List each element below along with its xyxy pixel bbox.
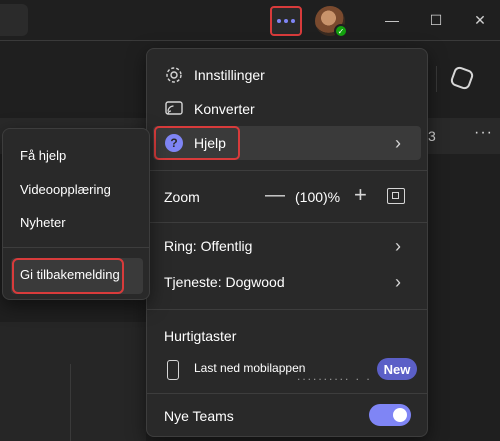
shortcuts-menu-item[interactable]: Hurtigtaster [164, 328, 236, 344]
maximize-icon[interactable]: ☐ [424, 8, 448, 32]
zoom-value: (100)% [295, 189, 341, 205]
service-menu-item[interactable]: Tjeneste: Dogwood › [147, 265, 427, 299]
copilot-icon[interactable] [449, 65, 475, 91]
presence-available-icon: ✓ [334, 24, 348, 38]
chevron-right-icon: › [395, 133, 401, 153]
background-panel [0, 322, 146, 441]
zoom-in-button[interactable]: + [354, 182, 367, 208]
chevron-right-icon: › [395, 236, 401, 256]
chevron-right-icon: › [395, 272, 401, 292]
divider [3, 247, 149, 248]
help-highlight [154, 126, 240, 160]
feedback-highlight [12, 258, 124, 294]
more-options-button[interactable] [270, 6, 302, 36]
divider [436, 66, 437, 92]
divider [147, 309, 427, 310]
zoom-label: Zoom [164, 189, 200, 205]
settings-label: Innstillinger [194, 67, 265, 83]
zoom-out-button[interactable]: — [265, 184, 285, 207]
search-box[interactable] [0, 4, 28, 36]
ring-menu-item[interactable]: Ring: Offentlig › [147, 229, 427, 263]
divider [147, 393, 427, 394]
new-badge: New [377, 358, 417, 380]
gear-icon [164, 65, 184, 85]
ring-label: Ring: Offentlig [164, 238, 253, 254]
divider [147, 222, 427, 223]
toggle-knob [393, 408, 407, 422]
background-count: 3 [428, 128, 436, 144]
settings-menu-item[interactable]: Innstillinger [147, 58, 427, 92]
new-teams-toggle[interactable] [369, 404, 411, 426]
convert-label: Konverter [194, 101, 255, 117]
loading-dots: .......... . . [297, 369, 372, 383]
divider [70, 364, 71, 441]
cast-icon [164, 99, 184, 119]
service-label: Tjeneste: Dogwood [164, 274, 285, 290]
convert-menu-item[interactable]: Konverter [147, 92, 427, 126]
close-icon[interactable]: ✕ [468, 8, 492, 32]
submenu-item-get-help[interactable]: Få hjelp [20, 148, 66, 163]
submenu-item-news[interactable]: Nyheter [20, 215, 66, 230]
divider [147, 170, 427, 171]
help-submenu: Få hjelp Videoopplæring Nyheter Gi tilba… [2, 128, 150, 300]
fullscreen-icon[interactable] [387, 188, 405, 204]
new-teams-label: Nye Teams [164, 408, 234, 424]
zoom-row: Zoom — (100)% + [147, 180, 427, 214]
mobile-app-menu-item[interactable]: Last ned mobilappen .......... . . New [147, 355, 427, 385]
more-icon[interactable]: ··· [474, 124, 493, 142]
more-horizontal-icon [277, 19, 295, 23]
phone-icon [167, 360, 179, 380]
minimize-icon[interactable]: — [380, 8, 404, 32]
submenu-item-video-training[interactable]: Videoopplæring [20, 182, 111, 197]
title-bar: ✓ — ☐ ✕ [0, 0, 500, 40]
mobile-app-label: Last ned mobilappen [194, 361, 306, 375]
divider [0, 40, 500, 41]
settings-menu: Innstillinger Konverter ? Hjelp › Zoom —… [146, 48, 428, 437]
new-teams-row: Nye Teams [147, 399, 427, 433]
